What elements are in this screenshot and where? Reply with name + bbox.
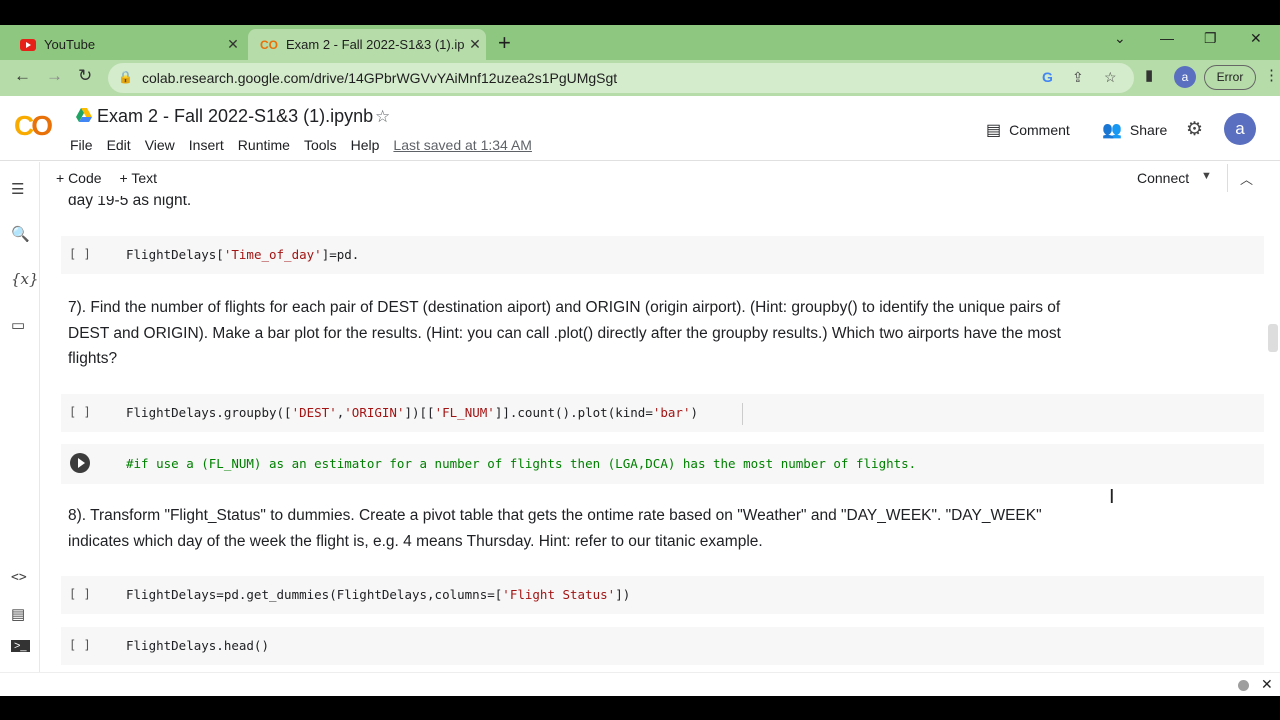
menu-file[interactable]: File bbox=[70, 137, 93, 153]
code-editor[interactable]: FlightDelays=pd.get_dummies(FlightDelays… bbox=[126, 587, 630, 602]
status-bar: ✕ bbox=[0, 672, 1280, 696]
browser-toolbar: ← → ↻ 🔒 colab.research.google.com/drive/… bbox=[0, 60, 1280, 96]
connect-button[interactable]: Connect bbox=[1137, 170, 1189, 186]
error-button[interactable]: Error bbox=[1204, 65, 1256, 90]
screen-bottom-bar bbox=[0, 696, 1280, 720]
scrollbar-thumb[interactable] bbox=[1268, 324, 1278, 352]
notebook-title[interactable]: Exam 2 - Fall 2022-S1&3 (1).ipynb bbox=[97, 106, 373, 127]
comment-label: Comment bbox=[1009, 122, 1070, 138]
tab-title: YouTube bbox=[44, 37, 96, 52]
avatar[interactable]: a bbox=[1224, 113, 1256, 145]
add-text-button[interactable]: + Text bbox=[120, 170, 158, 186]
code-editor[interactable]: FlightDelays.head() bbox=[126, 638, 269, 653]
menu-help[interactable]: Help bbox=[351, 137, 380, 153]
browser-profile-avatar[interactable]: a bbox=[1174, 66, 1196, 88]
more-menu-icon[interactable]: ⋮ bbox=[1264, 66, 1279, 84]
notebook-area: day 19-5 as night. [ ] FlightDelays['Tim… bbox=[41, 196, 1266, 672]
code-editor[interactable]: FlightDelays.groupby(['DEST','ORIGIN'])[… bbox=[126, 405, 698, 420]
back-icon[interactable]: ← bbox=[14, 66, 31, 86]
youtube-icon bbox=[20, 38, 36, 51]
add-code-button[interactable]: + Code bbox=[56, 170, 102, 186]
new-tab-button[interactable]: + bbox=[498, 30, 511, 56]
menu-insert[interactable]: Insert bbox=[189, 137, 224, 153]
close-icon[interactable]: ✕ bbox=[464, 36, 486, 53]
divider bbox=[0, 160, 1280, 161]
people-icon: 👥 bbox=[1102, 122, 1122, 139]
gear-icon[interactable]: ⚙ bbox=[1186, 118, 1203, 141]
chevron-down-icon[interactable]: ▼ bbox=[1201, 170, 1212, 182]
code-editor[interactable]: FlightDelays['Time_of_day']=pd. bbox=[126, 247, 359, 262]
share-label: Share bbox=[1129, 122, 1168, 138]
browser-tab-strip: YouTube ✕ CO Exam 2 - Fall 2022-S1&3 (1)… bbox=[0, 25, 1280, 60]
side-panel-icon[interactable]: ▮ bbox=[1145, 66, 1153, 84]
restore-icon[interactable]: ❐ bbox=[1204, 30, 1217, 47]
code-cell[interactable]: [ ] FlightDelays['Time_of_day']=pd. bbox=[61, 236, 1264, 274]
last-saved-link[interactable]: Last saved at 1:34 AM bbox=[393, 137, 532, 153]
share-page-icon[interactable]: ⇪ bbox=[1072, 69, 1084, 86]
text-cell[interactable]: day 19-5 as night. bbox=[68, 196, 1088, 214]
text-cell[interactable]: 8). Transform "Flight_Status" to dummies… bbox=[68, 503, 1088, 554]
divider bbox=[1227, 164, 1228, 192]
screen-top-bar bbox=[0, 0, 1280, 25]
command-palette-icon[interactable]: ▤ bbox=[11, 605, 25, 623]
menu-runtime[interactable]: Runtime bbox=[238, 137, 290, 153]
code-snippets-icon[interactable]: <> bbox=[11, 570, 27, 585]
menu-view[interactable]: View bbox=[145, 137, 175, 153]
forward-icon[interactable]: → bbox=[46, 66, 63, 86]
tab-colab-notebook[interactable]: CO Exam 2 - Fall 2022-S1&3 (1).ipynb ✕ bbox=[248, 29, 486, 60]
code-cell[interactable]: [ ] FlightDelays.head() bbox=[61, 627, 1264, 665]
status-indicator[interactable] bbox=[1238, 680, 1249, 691]
address-bar[interactable]: 🔒 colab.research.google.com/drive/14GPbr… bbox=[108, 63, 1134, 93]
comment-button[interactable]: ▤ Comment bbox=[986, 120, 1070, 140]
menu-tools[interactable]: Tools bbox=[304, 137, 337, 153]
text-cursor bbox=[742, 403, 743, 425]
google-drive-icon[interactable] bbox=[76, 108, 92, 122]
menu-edit[interactable]: Edit bbox=[107, 137, 131, 153]
code-cell[interactable]: [ ] FlightDelays.groupby(['DEST','ORIGIN… bbox=[61, 394, 1264, 432]
minimize-icon[interactable]: — bbox=[1160, 30, 1174, 46]
terminal-icon[interactable]: >_ bbox=[11, 640, 30, 652]
comment-icon: ▤ bbox=[986, 122, 1002, 139]
search-icon[interactable]: 🔍 bbox=[11, 225, 30, 243]
left-sidebar: ☰ 🔍 {x} ▭ <> ▤ >_ bbox=[0, 162, 40, 672]
mouse-cursor: I bbox=[1109, 486, 1115, 508]
run-cell-bracket[interactable]: [ ] bbox=[69, 638, 91, 652]
text-cell[interactable]: 7). Find the number of flights for each … bbox=[68, 295, 1088, 372]
code-cell[interactable]: [ ] FlightDelays=pd.get_dummies(FlightDe… bbox=[61, 576, 1264, 614]
cell-toolbar: + Code + Text bbox=[56, 170, 175, 186]
lock-icon[interactable]: 🔒 bbox=[118, 70, 133, 84]
colab-icon: CO bbox=[260, 37, 278, 52]
colab-app: CO Exam 2 - Fall 2022-S1&3 (1).ipynb ☆ F… bbox=[0, 96, 1280, 672]
folder-icon[interactable]: ▭ bbox=[11, 316, 25, 334]
menu-bar: File Edit View Insert Runtime Tools Help… bbox=[70, 137, 546, 153]
play-icon[interactable] bbox=[70, 453, 90, 473]
chevron-up-icon[interactable]: ︿ bbox=[1240, 169, 1253, 188]
url-text: colab.research.google.com/drive/14GPbrWG… bbox=[142, 70, 618, 86]
star-icon[interactable]: ☆ bbox=[375, 107, 390, 127]
code-editor[interactable]: #if use a (FL_NUM) as an estimator for a… bbox=[126, 456, 916, 471]
variables-icon[interactable]: {x} bbox=[11, 270, 39, 288]
run-cell-bracket[interactable]: [ ] bbox=[69, 405, 91, 419]
reload-icon[interactable]: ↻ bbox=[78, 66, 92, 86]
tab-title: Exam 2 - Fall 2022-S1&3 (1).ipynb bbox=[286, 37, 464, 52]
window-close-icon[interactable]: ✕ bbox=[1250, 30, 1262, 47]
bookmark-star-icon[interactable]: ☆ bbox=[1104, 69, 1117, 86]
google-lens-icon[interactable]: G bbox=[1042, 69, 1053, 85]
share-button[interactable]: 👥 Share bbox=[1102, 120, 1167, 140]
code-cell[interactable]: #if use a (FL_NUM) as an estimator for a… bbox=[61, 444, 1264, 484]
tab-youtube[interactable]: YouTube ✕ bbox=[8, 29, 244, 60]
close-icon[interactable]: ✕ bbox=[222, 36, 244, 53]
table-of-contents-icon[interactable]: ☰ bbox=[11, 180, 24, 198]
close-icon[interactable]: ✕ bbox=[1261, 676, 1273, 693]
run-cell-bracket[interactable]: [ ] bbox=[69, 247, 91, 261]
run-cell-bracket[interactable]: [ ] bbox=[69, 587, 91, 601]
colab-logo[interactable]: CO bbox=[14, 110, 53, 142]
tab-search-icon[interactable]: ⌄ bbox=[1114, 30, 1126, 47]
